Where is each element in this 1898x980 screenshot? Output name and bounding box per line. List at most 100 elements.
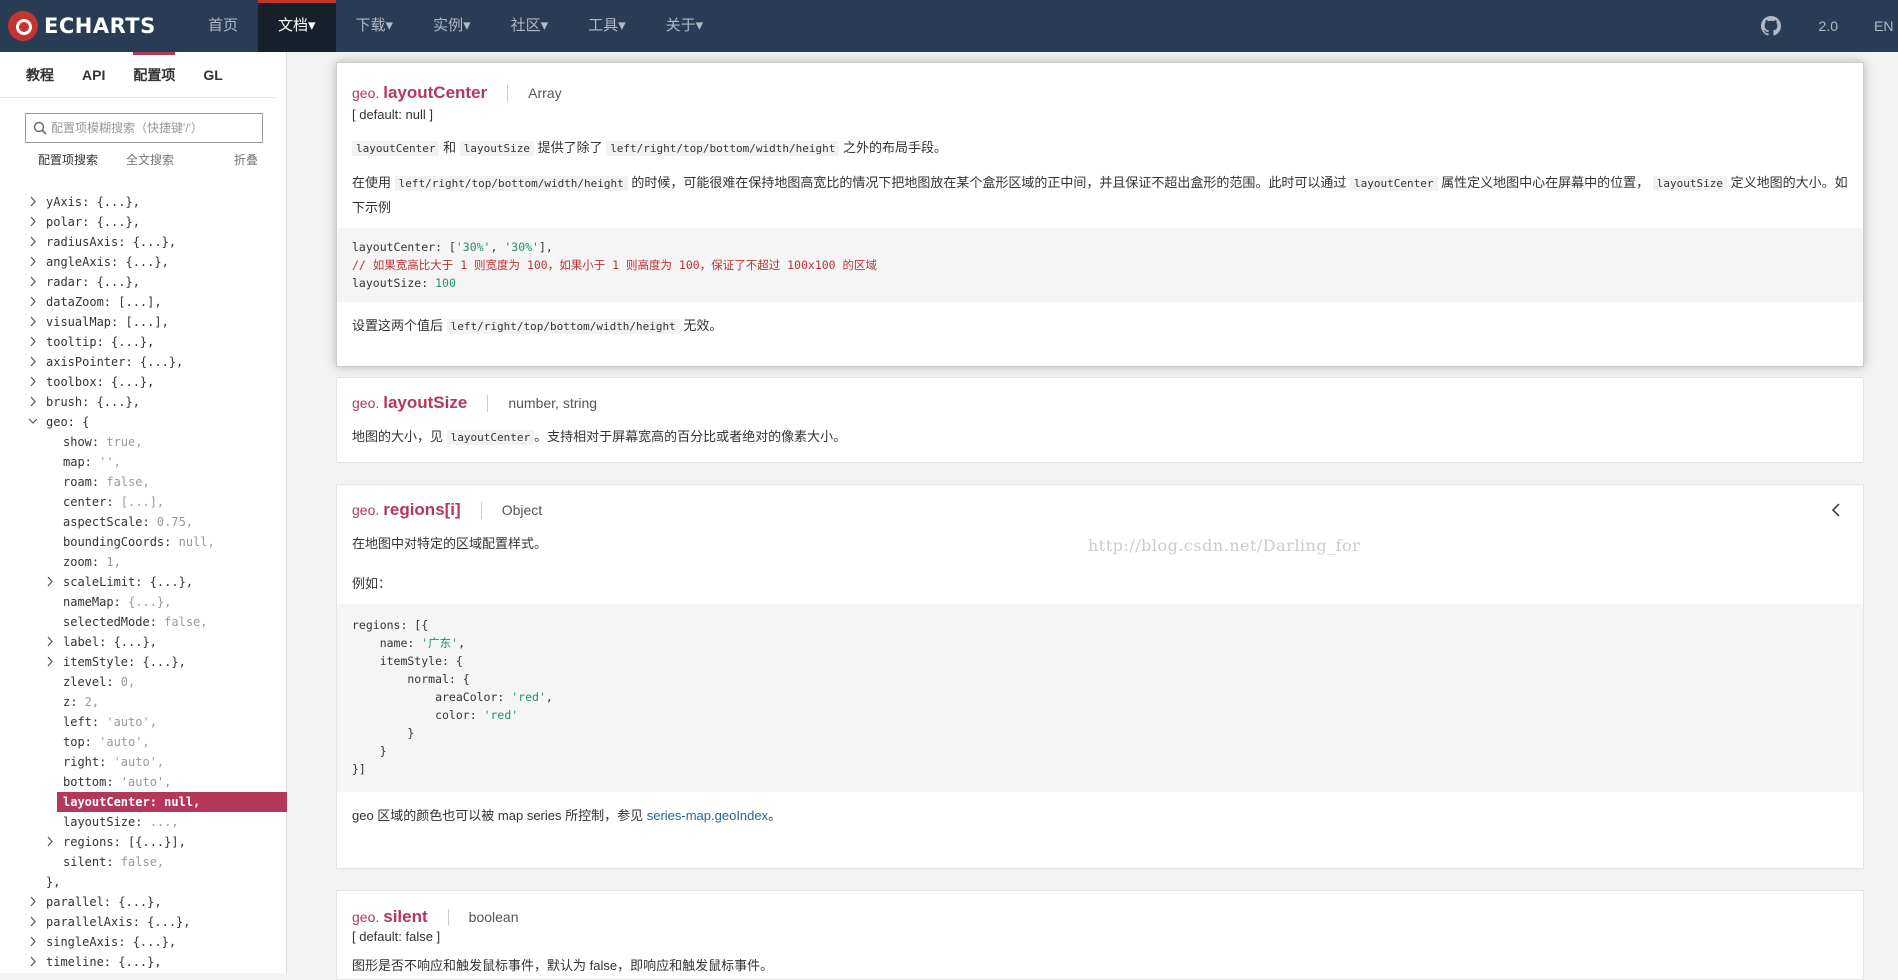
tab-option[interactable]: 配置项: [133, 51, 176, 98]
tree-node[interactable]: itemStyle: {...},: [0, 652, 287, 672]
chevron-right-icon[interactable]: [27, 312, 39, 332]
tree-node-key: singleAxis: {...},: [46, 935, 177, 949]
chevron-right-icon[interactable]: [27, 892, 39, 912]
tree-node[interactable]: radiusAxis: {...},: [0, 232, 287, 252]
tree-node[interactable]: boundingCoords: null,: [0, 532, 287, 552]
search-input[interactable]: [51, 121, 251, 135]
option-default: [ default: null ]: [352, 107, 433, 122]
tree-node[interactable]: axisPointer: {...},: [0, 352, 287, 372]
inline-code: layoutCenter: [446, 430, 535, 445]
chevron-right-icon[interactable]: [44, 632, 56, 652]
tree-node[interactable]: zlevel: 0,: [0, 672, 287, 692]
description-paragraph: layoutCenter 和 layoutSize 提供了除了 left/rig…: [337, 136, 1863, 161]
tree-node[interactable]: zoom: 1,: [0, 552, 287, 572]
tab-gl[interactable]: GL: [203, 52, 222, 98]
tree-node[interactable]: top: 'auto',: [0, 732, 287, 752]
tree-node-value: 'auto',: [113, 755, 165, 769]
nav-examples[interactable]: 实例▾: [413, 0, 491, 52]
chevron-right-icon[interactable]: [27, 212, 39, 232]
tree-node-value: false,: [106, 475, 150, 489]
tree-node[interactable]: bottom: 'auto',: [0, 772, 287, 792]
tree-node-key: axisPointer: {...},: [46, 355, 184, 369]
tree-node-key: nameMap:: [63, 595, 129, 609]
chevron-right-icon[interactable]: [27, 192, 39, 212]
tree-node[interactable]: dataZoom: [...],: [0, 292, 287, 312]
inline-code: left/right/top/bottom/width/height: [394, 176, 628, 191]
tree-node[interactable]: timeline: {...},: [0, 952, 287, 972]
option-search-mode[interactable]: 配置项搜索: [38, 151, 98, 168]
tree-node-key: silent:: [63, 855, 121, 869]
tree-node[interactable]: label: {...},: [0, 632, 287, 652]
fulltext-search-mode[interactable]: 全文搜索: [126, 151, 174, 168]
option-type: boolean: [468, 909, 519, 925]
tree-node[interactable]: singleAxis: {...},: [0, 932, 287, 952]
tree-node[interactable]: toolbox: {...},: [0, 372, 287, 392]
tree-node[interactable]: aspectScale: 0.75,: [0, 512, 287, 532]
tree-node[interactable]: silent: false,: [0, 852, 287, 872]
chevron-right-icon[interactable]: [27, 292, 39, 312]
tree-node[interactable]: center: [...],: [0, 492, 287, 512]
chevron-down-icon[interactable]: [27, 412, 39, 432]
tree-node[interactable]: show: true,: [0, 432, 287, 452]
tree-node[interactable]: radar: {...},: [0, 272, 287, 292]
tree-node[interactable]: roam: false,: [0, 472, 287, 492]
tree-node[interactable]: regions: [{...}],: [0, 832, 287, 852]
nav-home[interactable]: 首页: [188, 0, 258, 52]
tree-node[interactable]: parallelAxis: {...},: [0, 912, 287, 932]
tree-node-key: radar: {...},: [46, 275, 140, 289]
series-map-geoIndex-link[interactable]: series-map.geoIndex: [647, 808, 768, 823]
language-switch[interactable]: EN: [1874, 18, 1894, 34]
chevron-right-icon[interactable]: [27, 352, 39, 372]
nav-docs[interactable]: 文档▾: [258, 0, 336, 52]
nav-tools[interactable]: 工具▾: [568, 0, 646, 52]
tree-node-key: parallelAxis: {...},: [46, 915, 191, 929]
inline-code: layoutSize: [459, 141, 534, 156]
tree-node[interactable]: nameMap: {...},: [0, 592, 287, 612]
tree-node-key: toolbox: {...},: [46, 375, 155, 389]
version-switch[interactable]: 2.0: [1819, 18, 1838, 34]
chevron-right-icon[interactable]: [44, 832, 56, 852]
tree-node[interactable]: z: 2,: [0, 692, 287, 712]
tree-node[interactable]: geo: {: [0, 412, 287, 432]
top-navbar: ECHARTS 首页 文档▾ 下载▾ 实例▾ 社区▾ 工具▾ 关于▾ 2.0 E…: [0, 0, 1898, 52]
chevron-right-icon[interactable]: [27, 952, 39, 972]
chevron-left-icon[interactable]: [1831, 503, 1841, 517]
tab-tutorial[interactable]: 教程: [26, 52, 54, 98]
tree-node[interactable]: map: '',: [0, 452, 287, 472]
chevron-right-icon[interactable]: [27, 272, 39, 292]
nav-community[interactable]: 社区▾: [491, 0, 569, 52]
chevron-right-icon[interactable]: [27, 392, 39, 412]
chevron-right-icon[interactable]: [27, 252, 39, 272]
chevron-right-icon[interactable]: [27, 372, 39, 392]
nav-download[interactable]: 下载▾: [336, 0, 414, 52]
tree-node[interactable]: right: 'auto',: [0, 752, 287, 772]
chevron-right-icon[interactable]: [27, 912, 39, 932]
tree-node[interactable]: polar: {...},: [0, 212, 287, 232]
tree-node[interactable]: visualMap: [...],: [0, 312, 287, 332]
tree-node[interactable]: scaleLimit: {...},: [0, 572, 287, 592]
tree-node-key: parallel: {...},: [46, 895, 162, 909]
chevron-right-icon[interactable]: [44, 572, 56, 592]
tree-node[interactable]: left: 'auto',: [0, 712, 287, 732]
chevron-right-icon[interactable]: [44, 652, 56, 672]
inline-code: left/right/top/bottom/width/height: [606, 141, 840, 156]
tree-node-value: null,: [178, 535, 215, 549]
github-icon[interactable]: [1760, 16, 1781, 36]
description-paragraph: 例如：: [352, 576, 392, 591]
tree-node[interactable]: brush: {...},: [0, 392, 287, 412]
tab-api[interactable]: API: [82, 52, 105, 98]
tree-node[interactable]: tooltip: {...},: [0, 332, 287, 352]
nav-about[interactable]: 关于▾: [646, 0, 724, 52]
tree-node[interactable]: layoutCenter: null,: [57, 792, 287, 812]
tree-node[interactable]: selectedMode: false,: [0, 612, 287, 632]
tree-node[interactable]: yAxis: {...},: [0, 192, 287, 212]
chevron-right-icon[interactable]: [27, 932, 39, 952]
tree-node[interactable]: parallel: {...},: [0, 892, 287, 912]
chevron-right-icon[interactable]: [27, 232, 39, 252]
chevron-right-icon[interactable]: [27, 332, 39, 352]
collapse-tree-button[interactable]: 折叠: [234, 151, 258, 168]
tree-node[interactable]: layoutSize: ...,: [0, 812, 287, 832]
tree-node[interactable]: },: [0, 872, 287, 892]
tree-node-value: 0.75,: [156, 515, 194, 529]
tree-node[interactable]: angleAxis: {...},: [0, 252, 287, 272]
